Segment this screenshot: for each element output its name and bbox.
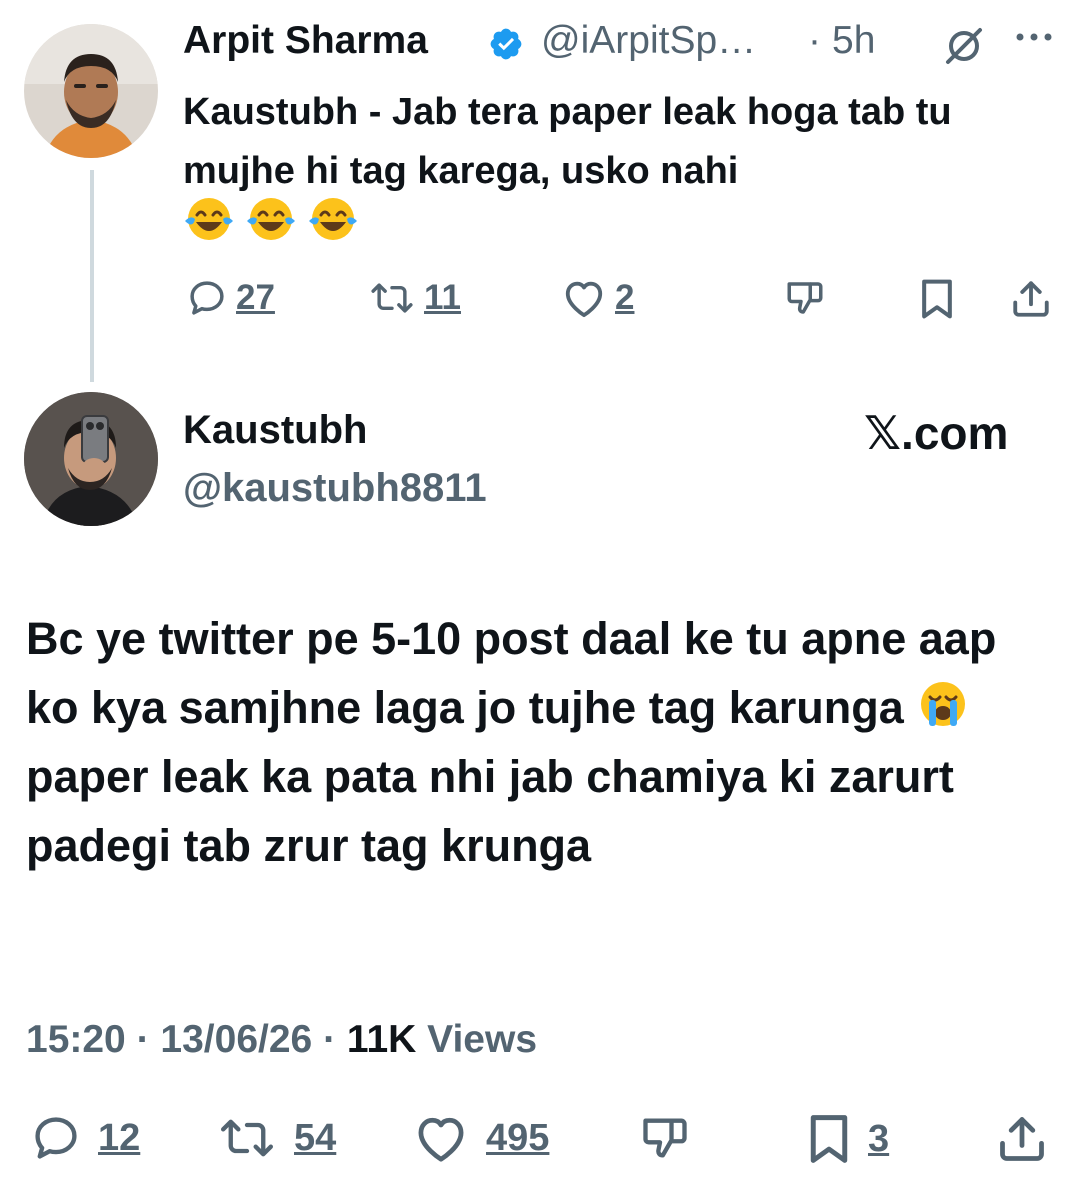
parent-like-count: 2 bbox=[615, 278, 635, 317]
thread-connector-line bbox=[90, 170, 94, 382]
tears-of-joy-emoji-icon bbox=[185, 198, 233, 240]
parent-tweet-time[interactable]: 5h bbox=[832, 19, 875, 63]
parent-like-button[interactable]: 2 bbox=[561, 277, 634, 319]
bookmark-icon bbox=[810, 1115, 848, 1163]
parent-downvote-button[interactable] bbox=[782, 277, 828, 319]
tweet-meta: 15:20 · 13/06/26 · 11K Views bbox=[26, 1018, 537, 1062]
reply-icon bbox=[190, 281, 224, 315]
parent-reply-count: 27 bbox=[236, 278, 275, 317]
heart-icon bbox=[565, 281, 603, 318]
downvote-icon bbox=[643, 1118, 687, 1158]
main-like-count: 495 bbox=[486, 1116, 550, 1159]
heart-icon bbox=[418, 1117, 464, 1162]
main-share-button[interactable] bbox=[996, 1112, 1048, 1166]
parent-author-avatar[interactable] bbox=[24, 24, 158, 158]
parent-author-handle[interactable]: @iArpitSp… bbox=[541, 19, 756, 63]
grok-icon[interactable] bbox=[942, 24, 986, 73]
meta-separator: · bbox=[312, 1018, 347, 1061]
main-reply-button[interactable]: 12 bbox=[30, 1112, 140, 1164]
main-repost-count: 54 bbox=[294, 1116, 337, 1159]
main-bookmark-count: 3 bbox=[868, 1117, 890, 1160]
downvote-icon bbox=[787, 282, 823, 314]
repost-icon bbox=[371, 283, 413, 313]
tweet-date[interactable]: 13/06/26 bbox=[160, 1018, 312, 1061]
meta-separator: · bbox=[125, 1018, 161, 1061]
main-author-handle[interactable]: @kaustubh8811 bbox=[183, 466, 487, 511]
tweet-time[interactable]: 15:20 bbox=[26, 1018, 126, 1061]
main-repost-button[interactable]: 54 bbox=[216, 1112, 336, 1164]
share-icon bbox=[1013, 281, 1049, 317]
main-tweet-text: Bc ye twitter pe 5-10 post daal ke tu ap… bbox=[26, 604, 1056, 880]
bookmark-icon bbox=[922, 279, 952, 319]
main-tweet-text-part2: paper leak ka pata nhi jab chamiya ki za… bbox=[26, 751, 954, 871]
views-count: 11K bbox=[346, 1018, 417, 1061]
x-com-watermark: 𝕏.com bbox=[864, 407, 1009, 459]
main-bookmark-button[interactable]: 3 bbox=[806, 1112, 889, 1166]
parent-tweet-text: Kaustubh - Jab tera paper leak hoga tab … bbox=[183, 91, 952, 192]
reply-icon bbox=[35, 1117, 77, 1159]
tears-of-joy-emoji-icon bbox=[247, 198, 295, 240]
parent-author-name[interactable]: Arpit Sharma bbox=[183, 19, 428, 63]
main-like-button[interactable]: 495 bbox=[412, 1112, 549, 1164]
loudly-crying-emoji-icon bbox=[921, 682, 966, 726]
parent-repost-button[interactable]: 11 bbox=[368, 277, 461, 319]
tears-of-joy-emoji-icon bbox=[309, 198, 357, 240]
separator-dot: · bbox=[808, 19, 821, 62]
views-label: Views bbox=[427, 1018, 538, 1061]
laughing-emoji-group bbox=[183, 195, 359, 243]
main-reply-count: 12 bbox=[98, 1116, 141, 1159]
main-author-avatar[interactable] bbox=[24, 392, 158, 526]
main-author-name[interactable]: Kaustubh bbox=[183, 408, 367, 453]
repost-icon bbox=[221, 1119, 273, 1157]
more-options-icon[interactable] bbox=[1014, 30, 1054, 48]
parent-share-button[interactable] bbox=[1010, 277, 1052, 321]
main-downvote-button[interactable] bbox=[636, 1112, 694, 1164]
share-icon bbox=[1000, 1117, 1044, 1161]
parent-repost-count: 11 bbox=[424, 278, 461, 317]
parent-bookmark-button[interactable] bbox=[917, 277, 957, 321]
main-tweet-text-part1: Bc ye twitter pe 5-10 post daal ke tu ap… bbox=[26, 613, 997, 733]
verified-badge-icon bbox=[488, 26, 524, 67]
parent-reply-button[interactable]: 27 bbox=[186, 277, 275, 319]
